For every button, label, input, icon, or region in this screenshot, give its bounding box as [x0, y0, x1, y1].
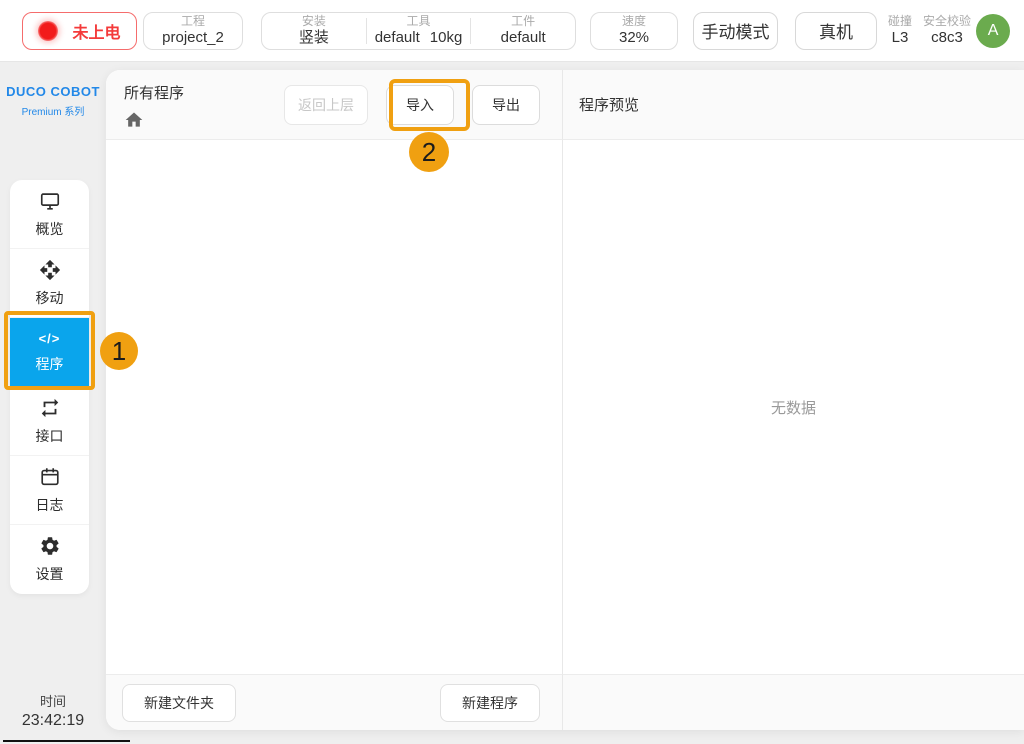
sidebar-item-label: 设置: [36, 564, 64, 584]
tool-label: 工具: [407, 15, 431, 29]
workpiece-value: default: [501, 29, 546, 46]
tool-name: default: [375, 29, 420, 46]
collision-status: 碰撞 L3: [888, 14, 912, 46]
tool-payload: 10kg: [430, 29, 463, 46]
sidebar-item-label: 概览: [36, 219, 64, 239]
new-folder-button[interactable]: 新建文件夹: [122, 684, 236, 722]
page-title: 所有程序: [124, 82, 184, 103]
safety-value: c8c3: [931, 29, 963, 47]
program-list-area: [106, 140, 562, 674]
monitor-icon: [39, 190, 61, 212]
sidebar-item-interface[interactable]: 接口: [10, 387, 89, 456]
app-root: 未上电 工程 project_2 安装 竖装 工具 default 10kg 工…: [0, 0, 1024, 744]
sidebar-item-move[interactable]: 移动: [10, 249, 89, 318]
calendar-icon: [39, 466, 61, 488]
workpiece-label: 工件: [511, 15, 535, 29]
speed-label: 速度: [622, 15, 646, 29]
sidebar-item-log[interactable]: 日志: [10, 456, 89, 525]
mount-label: 安装: [302, 15, 326, 29]
body-area: DUCO COBOT Premium 系列 概览 移动: [0, 62, 1024, 744]
project-value: project_2: [162, 29, 224, 46]
preview-title: 程序预览: [579, 94, 639, 115]
export-button[interactable]: 导出: [472, 85, 540, 125]
program-list-footer: 新建文件夹 新建程序: [106, 674, 562, 730]
safety-checksum: 安全校验 c8c3: [923, 14, 971, 46]
gear-icon: [39, 535, 61, 557]
new-program-button[interactable]: 新建程序: [440, 684, 540, 722]
main-panel: 所有程序 返回上层 导入 导出 程序预览 无数据 新建文件夹 新建程序: [106, 70, 1024, 730]
machine-button[interactable]: 真机: [795, 12, 877, 50]
bottom-edge-artifact: [3, 740, 130, 742]
sidebar-item-label: 接口: [36, 426, 64, 446]
time-label: 时间: [0, 691, 106, 710]
logo-title: DUCO COBOT: [0, 84, 106, 99]
preview-area: 无数据: [562, 140, 1024, 674]
mount-value: 竖装: [299, 29, 329, 46]
annotation-highlight-program: [4, 311, 95, 390]
home-icon[interactable]: [124, 110, 144, 130]
sidebar-item-overview[interactable]: 概览: [10, 180, 89, 249]
speed-value: 32%: [619, 29, 649, 46]
preview-footer: [562, 674, 1024, 730]
repeat-icon: [39, 397, 61, 419]
project-card[interactable]: 工程 project_2: [143, 12, 243, 50]
config-group: 安装 竖装 工具 default 10kg 工件 default: [261, 12, 576, 50]
tool-section[interactable]: 工具 default 10kg: [367, 13, 471, 49]
sidebar: DUCO COBOT Premium 系列 概览 移动: [0, 62, 106, 744]
sidebar-item-label: 日志: [36, 495, 64, 515]
preview-header: 程序预览: [562, 70, 1024, 140]
back-button[interactable]: 返回上层: [284, 85, 368, 125]
tool-value: default 10kg: [375, 29, 463, 46]
annotation-step-2: 2: [409, 132, 449, 172]
time-value: 23:42:19: [0, 712, 106, 730]
workpiece-section[interactable]: 工件 default: [471, 13, 575, 49]
mount-section[interactable]: 安装 竖装: [262, 13, 366, 49]
move-icon: [39, 259, 61, 281]
manual-mode-button[interactable]: 手动模式: [693, 12, 778, 50]
collision-value: L3: [892, 29, 909, 47]
safety-label: 安全校验: [923, 14, 971, 28]
annotation-highlight-import: [389, 79, 470, 131]
sidebar-item-settings[interactable]: 设置: [10, 525, 89, 594]
empty-state-text: 无数据: [771, 397, 816, 418]
speed-card[interactable]: 速度 32%: [590, 12, 678, 50]
sidebar-item-label: 移动: [36, 288, 64, 308]
power-status-label: 未上电: [72, 19, 120, 43]
power-status-button[interactable]: 未上电: [22, 12, 137, 50]
project-label: 工程: [181, 15, 205, 29]
logo-subtitle: Premium 系列: [0, 103, 106, 118]
power-indicator-icon: [38, 21, 58, 41]
annotation-step-1: 1: [100, 332, 138, 370]
logo: DUCO COBOT Premium 系列: [0, 84, 106, 118]
avatar[interactable]: A: [976, 14, 1010, 48]
program-list-header: 所有程序 返回上层 导入 导出: [106, 70, 562, 140]
collision-label: 碰撞: [888, 14, 912, 28]
time-display: 时间 23:42:19: [0, 691, 106, 730]
topbar: 未上电 工程 project_2 安装 竖装 工具 default 10kg 工…: [0, 0, 1024, 62]
